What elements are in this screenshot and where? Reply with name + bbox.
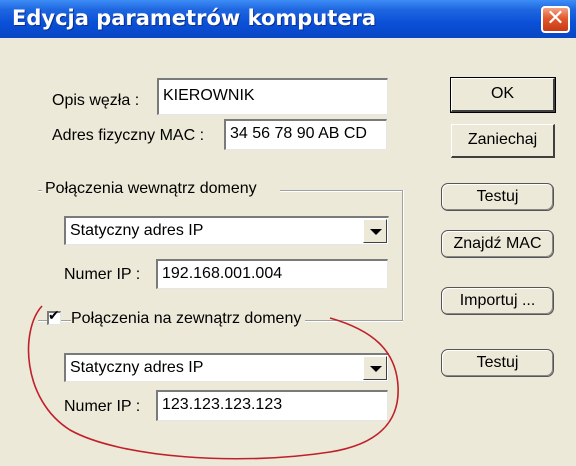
red-ellipse-annotation [27, 305, 399, 460]
dialog-window: Edycja parametrów komputera ✕ Opis węzła… [0, 0, 576, 466]
